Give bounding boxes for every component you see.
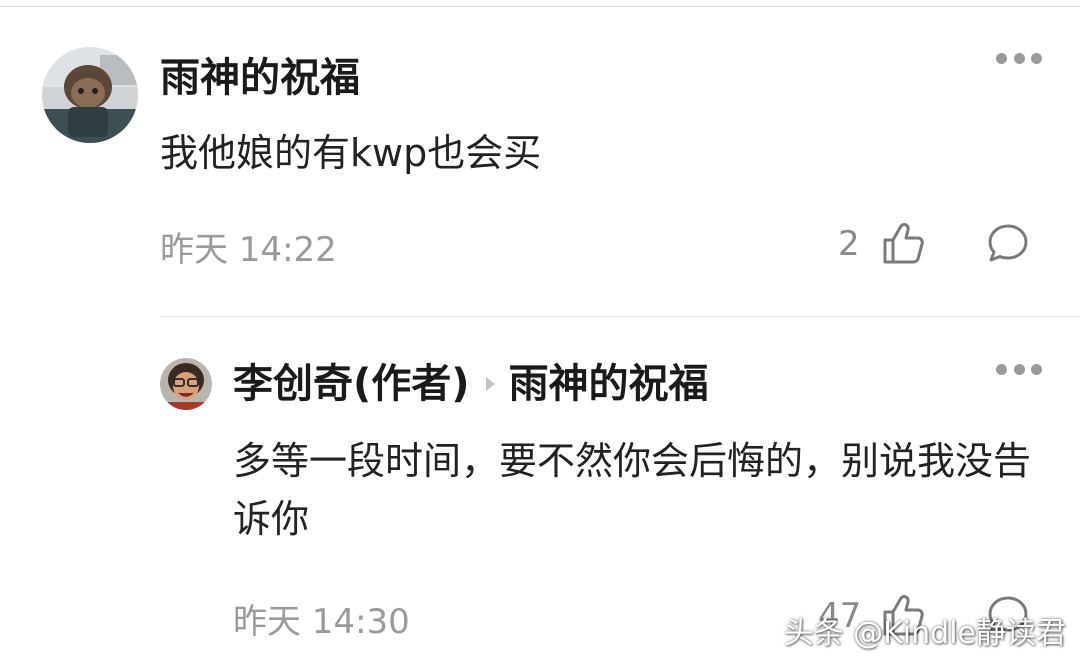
reply-target-name[interactable]: 雨神的祝福 [509, 360, 709, 408]
more-dots-icon[interactable] [996, 49, 1042, 67]
comment-text: 我他娘的有kwp也会买 [160, 131, 542, 175]
like-count: 2 [838, 224, 860, 264]
reply-text: 多等一段时间，要不然你会后悔的，别说我没告诉你 [233, 439, 1032, 541]
more-dots-icon[interactable] [996, 360, 1042, 378]
reply-header: 李创奇(作者) 雨神的祝福 [233, 360, 709, 408]
reply-divider [160, 316, 1080, 317]
user-avatar-image [42, 47, 138, 143]
comment-bubble-icon[interactable] [986, 222, 1030, 266]
reply-arrow-icon [485, 377, 495, 391]
comment-author-name[interactable]: 雨神的祝福 [160, 54, 360, 102]
author-avatar-image [160, 358, 212, 410]
thumbs-up-icon[interactable] [880, 220, 926, 266]
avatar[interactable] [160, 358, 212, 410]
reply-timestamp: 昨天 14:30 [233, 602, 410, 642]
reply-author-name[interactable]: 李创奇(作者) [233, 360, 470, 408]
avatar[interactable] [42, 47, 138, 143]
comment-timestamp: 昨天 14:22 [160, 230, 337, 270]
watermark: 头条 @Kindle静读君 [783, 616, 1066, 651]
top-divider [0, 6, 1080, 7]
